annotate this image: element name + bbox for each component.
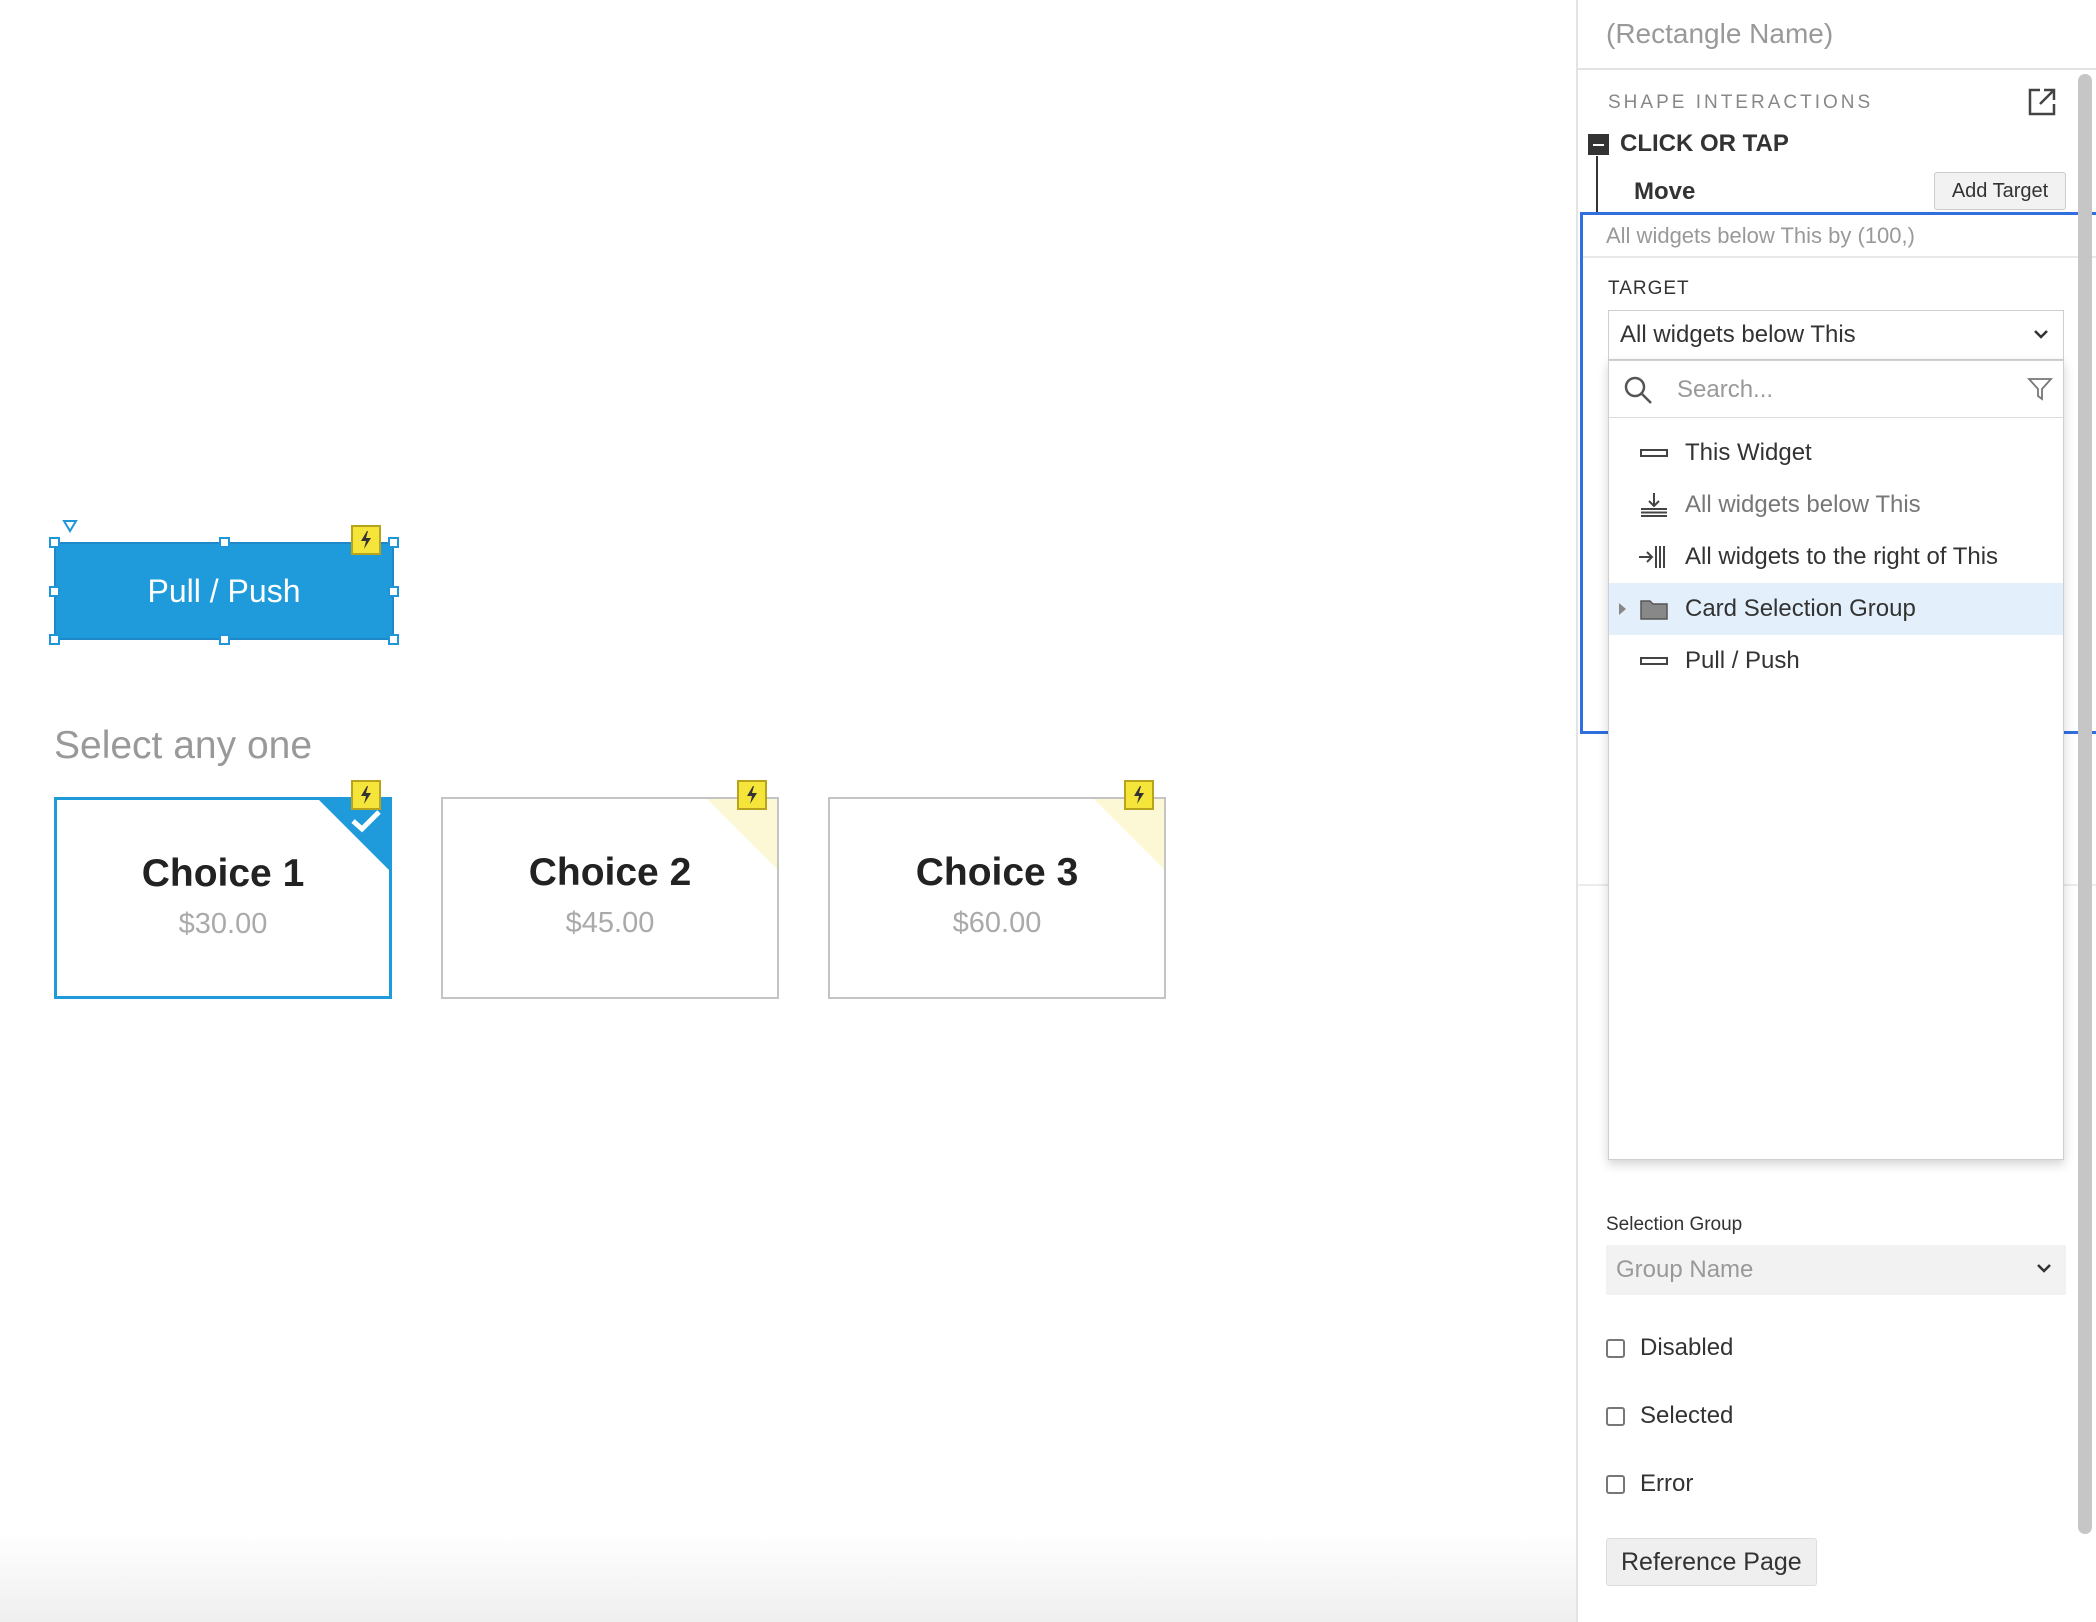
checkbox-box[interactable] [1606,1406,1625,1426]
divider [1583,256,2096,258]
choice-card-1[interactable]: Choice 1 $30.00 [54,797,392,999]
resize-handle-ml[interactable] [49,586,60,597]
divider [1578,68,2096,70]
target-dropdown: This Widget All widgets below This All w… [1608,360,2064,1160]
popout-icon[interactable] [2026,86,2058,118]
selected-checkbox[interactable]: Selected [1606,1399,1733,1433]
canvas-bottom-fade [0,1532,1576,1622]
panel-scrollbar[interactable] [2078,74,2092,1534]
card-price: $30.00 [178,908,268,940]
widget-rect-icon [1640,657,1668,665]
dropdown-item-label: All widgets below This [1685,491,1921,518]
dropdown-item-card-selection-group[interactable]: Card Selection Group [1609,583,2063,635]
card-price: $60.00 [952,907,1042,939]
selection-group-value: Group Name [1616,1256,1754,1283]
add-target-button[interactable]: Add Target [1934,172,2066,210]
card-title: Choice 1 [141,852,305,895]
action-label[interactable]: Move [1634,178,1695,206]
card-title: Choice 3 [915,851,1079,894]
interaction-bolt-icon[interactable] [351,525,381,555]
checkbox-box[interactable] [1606,1338,1625,1358]
properties-panel: (Rectangle Name) SHAPE INTERACTIONS CLIC… [1576,0,2096,1622]
interaction-bolt-icon[interactable] [1124,780,1154,810]
selection-group-select[interactable]: Group Name [1606,1245,2066,1295]
dropdown-search-input[interactable] [1675,371,1999,409]
pull-push-button[interactable]: Pull / Push [54,542,394,640]
selection-group-label: Selection Group [1606,1214,1743,1235]
interaction-bolt-icon[interactable] [351,780,381,810]
pull-push-button-label: Pull / Push [147,572,301,609]
checkbox-label: Disabled [1640,1334,1734,1361]
filter-icon[interactable] [2027,377,2053,401]
widget-rect-icon [1640,449,1668,457]
section-title: SHAPE INTERACTIONS [1608,92,1874,113]
checkbox-label: Selected [1640,1402,1734,1429]
resize-handle-tl[interactable] [49,537,60,548]
checkbox-box[interactable] [1606,1474,1625,1494]
action-summary: All widgets below This by (100,) [1606,223,1915,248]
check-icon [351,810,381,833]
card-price: $45.00 [565,907,655,939]
resize-handle-tm[interactable] [219,537,230,548]
dropdown-search [1609,361,2063,418]
dropdown-item-pull-push[interactable]: Pull / Push [1609,635,2063,687]
dropdown-item-label: Card Selection Group [1685,595,1916,622]
align-right-icon [1639,546,1665,568]
dropdown-item-label: All widgets to the right of This [1685,543,1999,570]
collapse-icon[interactable] [1588,134,1609,155]
dropdown-item-this-widget[interactable]: This Widget [1609,427,2063,479]
selection-prompt: Select any one [54,724,313,767]
target-select-value: All widgets below This [1620,321,1856,348]
dropdown-item-label: This Widget [1685,439,1812,466]
choice-card-3[interactable]: Choice 3 $60.00 [828,797,1166,999]
expand-caret-icon[interactable] [1619,603,1626,615]
dropdown-item-label: Pull / Push [1685,647,1800,674]
resize-handle-bl[interactable] [49,634,60,645]
chevron-down-icon [2034,330,2048,339]
choice-card-2[interactable]: Choice 2 $45.00 [441,797,779,999]
target-select[interactable]: All widgets below This [1608,310,2064,360]
search-icon [1624,376,1652,404]
event-label: CLICK OR TAP [1620,130,1789,157]
error-checkbox[interactable]: Error [1606,1467,1693,1501]
interaction-bolt-icon[interactable] [737,780,767,810]
resize-handle-br[interactable] [388,634,399,645]
dropdown-item-all-below[interactable]: All widgets below This [1609,479,2063,531]
anchor-marker-icon[interactable] [62,519,78,533]
resize-handle-tr[interactable] [388,537,399,548]
dropdown-item-all-right[interactable]: All widgets to the right of This [1609,531,2063,583]
tree-line [1596,156,1598,214]
disabled-checkbox[interactable]: Disabled [1606,1331,1733,1365]
widget-name-field[interactable]: (Rectangle Name) [1606,18,1833,50]
reference-page-button[interactable]: Reference Page [1606,1538,1817,1586]
align-bottom-icon [1641,493,1667,517]
resize-handle-bm[interactable] [219,634,230,645]
design-canvas[interactable]: Pull / Push Select any one Choice 1 $30.… [0,0,1576,1622]
chevron-down-icon [2037,1264,2051,1273]
card-title: Choice 2 [528,851,692,894]
resize-handle-mr[interactable] [388,586,399,597]
checkbox-label: Error [1640,1470,1694,1497]
target-label: TARGET [1608,278,1690,299]
folder-icon [1640,600,1668,620]
